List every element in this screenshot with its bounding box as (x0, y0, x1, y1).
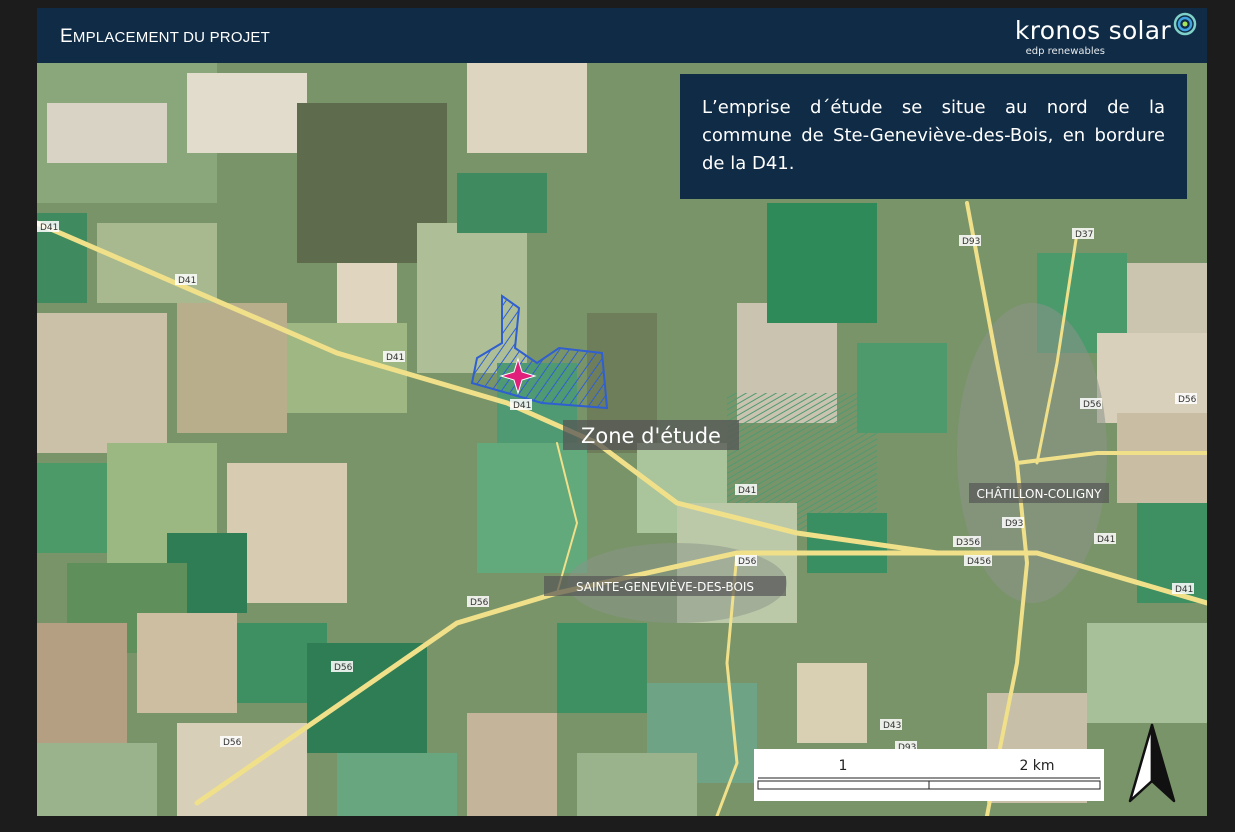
svg-text:D56: D56 (1083, 400, 1102, 410)
svg-text:Zone d'étude: Zone d'étude (581, 424, 721, 448)
page-title: EMPLACEMENT DU PROJET (60, 26, 270, 47)
svg-text:D56: D56 (223, 738, 242, 748)
north-arrow-icon (1128, 723, 1176, 803)
info-box: L’emprise d´étude se situe au nord de la… (680, 74, 1187, 199)
svg-text:D456: D456 (967, 557, 991, 567)
road-label-d56-4: D56 (467, 596, 489, 608)
kronos-solar-logo: kronos solar edp renewables (1009, 12, 1199, 60)
scale-bar: 1 2 km (754, 749, 1104, 801)
svg-text:D41: D41 (386, 353, 404, 363)
road-label-d93-1: D93 (959, 235, 981, 247)
scale-label-1: 1 (839, 758, 848, 774)
road-label-d56-5: D56 (331, 661, 353, 673)
town-label-chatillon: CHÂTILLON-COLIGNY (969, 483, 1109, 503)
svg-text:SAINTE-GENEVIÈVE-DES-BOIS: SAINTE-GENEVIÈVE-DES-BOIS (576, 579, 754, 594)
town-label-sainte-genevieve: SAINTE-GENEVIÈVE-DES-BOIS (544, 576, 786, 596)
road-label-d41-4: D41 (510, 399, 532, 411)
zone-label: Zone d'étude (563, 420, 739, 450)
svg-text:D56: D56 (334, 663, 353, 673)
road-label-d56-6: D56 (220, 736, 242, 748)
svg-text:D41: D41 (1175, 585, 1193, 595)
road-label-d56-3: D56 (735, 555, 757, 567)
road-label-d56-1: D56 (1080, 398, 1102, 410)
svg-text:D41: D41 (738, 486, 756, 496)
svg-text:D56: D56 (1178, 395, 1197, 405)
road-label-d41-2: D41 (175, 274, 197, 286)
svg-text:D41: D41 (513, 401, 531, 411)
svg-text:CHÂTILLON-COLIGNY: CHÂTILLON-COLIGNY (977, 486, 1103, 501)
road-label-d37: D37 (1072, 228, 1094, 240)
road-label-d41-1: D41 (37, 221, 59, 233)
svg-text:D56: D56 (738, 557, 757, 567)
road-label-d356: D356 (953, 536, 981, 548)
road-label-d41-5: D41 (735, 484, 757, 496)
road-label-d56-2: D56 (1175, 393, 1197, 405)
road-label-d41-7: D41 (1172, 583, 1194, 595)
svg-text:D56: D56 (470, 598, 489, 608)
road-label-d41-3: D41 (383, 351, 405, 363)
svg-text:D93: D93 (1005, 519, 1023, 529)
road-label-d456: D456 (964, 555, 992, 567)
header-bar: EMPLACEMENT DU PROJET kronos solar edp r… (37, 8, 1207, 63)
svg-text:D356: D356 (956, 538, 980, 548)
road-label-d43: D43 (880, 719, 902, 731)
svg-text:D41: D41 (178, 276, 196, 286)
slide: D41 D41 D41 D41 D41 D41 D41 D93 D37 D56 … (37, 8, 1207, 816)
svg-text:D41: D41 (1097, 535, 1115, 545)
scale-label-2: 2 km (1019, 758, 1054, 774)
svg-text:D43: D43 (883, 721, 901, 731)
svg-text:D37: D37 (1075, 230, 1093, 240)
svg-text:D93: D93 (962, 237, 980, 247)
svg-text:D41: D41 (40, 223, 58, 233)
swirl-logo-icon (1173, 12, 1197, 36)
logo-subtext: edp renewables (1025, 46, 1105, 57)
road-label-d41-6: D41 (1094, 533, 1116, 545)
logo-text: kronos solar (1014, 16, 1171, 45)
road-label-d93-2: D93 (1002, 517, 1024, 529)
